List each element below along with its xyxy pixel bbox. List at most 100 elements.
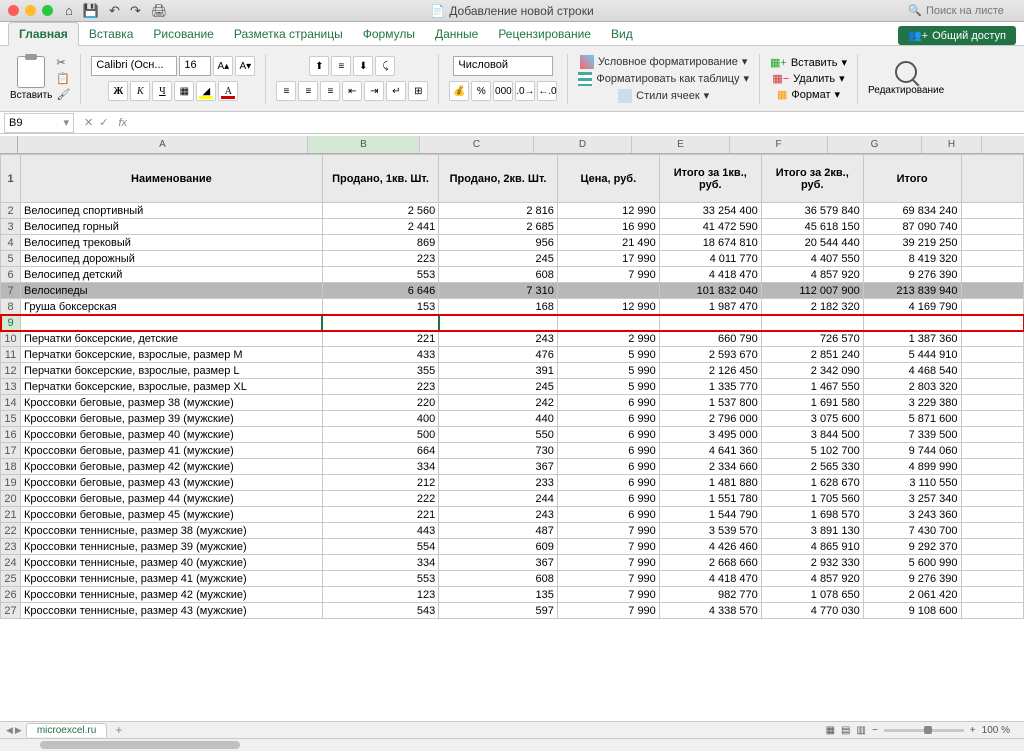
cell[interactable] <box>439 315 558 331</box>
col-header-A[interactable]: A <box>18 136 308 153</box>
copy-icon[interactable]: 📋 <box>56 72 70 85</box>
cell[interactable]: Кроссовки беговые, размер 45 (мужские) <box>21 507 323 523</box>
cell[interactable]: 7 990 <box>557 603 659 619</box>
row-header[interactable]: 8 <box>1 299 21 315</box>
indent-increase-icon[interactable]: ⇥ <box>364 81 384 101</box>
cell[interactable]: 2 803 320 <box>863 379 961 395</box>
cell[interactable]: 476 <box>439 347 558 363</box>
cell[interactable]: 245 <box>439 379 558 395</box>
cell[interactable]: 660 790 <box>659 331 761 347</box>
cell[interactable] <box>961 315 1024 331</box>
cell[interactable]: 400 <box>322 411 439 427</box>
cell[interactable]: 1 335 770 <box>659 379 761 395</box>
cell[interactable]: 982 770 <box>659 587 761 603</box>
row-header[interactable]: 14 <box>1 395 21 411</box>
cell[interactable]: 1 628 670 <box>761 475 863 491</box>
align-center-icon[interactable]: ≡ <box>298 81 318 101</box>
cell[interactable]: 135 <box>439 587 558 603</box>
cell[interactable]: 5 990 <box>557 347 659 363</box>
indent-decrease-icon[interactable]: ⇤ <box>342 81 362 101</box>
cell[interactable]: 7 430 700 <box>863 523 961 539</box>
cell[interactable]: 4 899 990 <box>863 459 961 475</box>
header-cell[interactable]: Продано, 2кв. Шт. <box>439 155 558 203</box>
header-cell[interactable]: Итого <box>863 155 961 203</box>
cell[interactable]: 36 579 840 <box>761 203 863 219</box>
cell[interactable]: 4 418 470 <box>659 267 761 283</box>
cell[interactable]: 101 832 040 <box>659 283 761 299</box>
cell[interactable]: 33 254 400 <box>659 203 761 219</box>
row-header[interactable]: 18 <box>1 459 21 475</box>
cell[interactable]: 213 839 940 <box>863 283 961 299</box>
row-header[interactable]: 5 <box>1 251 21 267</box>
cell[interactable]: 6 990 <box>557 475 659 491</box>
cell[interactable]: 87 090 740 <box>863 219 961 235</box>
cell[interactable]: 1 551 780 <box>659 491 761 507</box>
cell[interactable]: 553 <box>322 267 439 283</box>
cell[interactable]: 223 <box>322 251 439 267</box>
borders-button[interactable]: ▦ <box>174 81 194 101</box>
home-icon[interactable]: ⌂ <box>65 3 73 19</box>
row-header[interactable]: 10 <box>1 331 21 347</box>
cell[interactable] <box>961 523 1024 539</box>
cell[interactable]: 3 891 130 <box>761 523 863 539</box>
bold-button[interactable]: Ж <box>108 81 128 101</box>
minimize-icon[interactable] <box>25 5 36 16</box>
cell[interactable]: 4 865 910 <box>761 539 863 555</box>
cell[interactable]: Кроссовки беговые, размер 43 (мужские) <box>21 475 323 491</box>
sheet-nav[interactable]: ◀▶ <box>6 725 22 736</box>
tab-home[interactable]: Главная <box>8 22 79 46</box>
merge-icon[interactable]: ⊞ <box>408 81 428 101</box>
cell[interactable]: Кроссовки теннисные, размер 42 (мужские) <box>21 587 323 603</box>
cell[interactable]: 168 <box>439 299 558 315</box>
tab-review[interactable]: Рецензирование <box>488 23 601 45</box>
cell[interactable]: 1 544 790 <box>659 507 761 523</box>
row-header[interactable]: 6 <box>1 267 21 283</box>
cell[interactable]: Кроссовки теннисные, размер 38 (мужские) <box>21 523 323 539</box>
orientation-icon[interactable]: ⤹ <box>375 56 395 76</box>
cell[interactable]: 18 674 810 <box>659 235 761 251</box>
row-header[interactable]: 4 <box>1 235 21 251</box>
cell[interactable]: 244 <box>439 491 558 507</box>
row-header[interactable]: 3 <box>1 219 21 235</box>
header-cell[interactable]: Наименование <box>21 155 323 203</box>
col-header-B[interactable]: B <box>308 136 420 153</box>
align-bottom-icon[interactable]: ⬇ <box>353 56 373 76</box>
zoom-in-icon[interactable]: + <box>970 725 976 736</box>
row-header[interactable]: 27 <box>1 603 21 619</box>
cell[interactable]: Перчатки боксерские, взрослые, размер XL <box>21 379 323 395</box>
cell[interactable] <box>961 507 1024 523</box>
cell[interactable]: 726 570 <box>761 331 863 347</box>
cell[interactable]: Кроссовки беговые, размер 39 (мужские) <box>21 411 323 427</box>
header-cell[interactable]: Итого за 2кв., руб. <box>761 155 863 203</box>
cell[interactable]: Перчатки боксерские, взрослые, размер L <box>21 363 323 379</box>
font-name-select[interactable]: Calibri (Осн... <box>91 56 177 76</box>
comma-icon[interactable]: 000 <box>493 81 513 101</box>
zoom-slider[interactable] <box>884 729 964 732</box>
cell[interactable]: 4 857 920 <box>761 571 863 587</box>
underline-button[interactable]: Ч <box>152 81 172 101</box>
cell[interactable]: 2 851 240 <box>761 347 863 363</box>
cell[interactable]: Велосипед дорожный <box>21 251 323 267</box>
cell[interactable]: 41 472 590 <box>659 219 761 235</box>
cell[interactable]: 2 565 330 <box>761 459 863 475</box>
cell[interactable]: 334 <box>322 459 439 475</box>
cut-icon[interactable]: ✂ <box>56 56 70 69</box>
cell[interactable]: Велосипед трековый <box>21 235 323 251</box>
cell[interactable]: 3 110 550 <box>863 475 961 491</box>
cell[interactable]: 7 990 <box>557 587 659 603</box>
cell[interactable]: 2 441 <box>322 219 439 235</box>
cell[interactable]: 3 844 500 <box>761 427 863 443</box>
font-color-button[interactable]: A <box>218 81 238 101</box>
cell[interactable]: Перчатки боксерские, взрослые, размер M <box>21 347 323 363</box>
currency-icon[interactable]: 💰 <box>449 81 469 101</box>
cell[interactable]: 4 641 360 <box>659 443 761 459</box>
cell[interactable] <box>961 411 1024 427</box>
row-header[interactable]: 24 <box>1 555 21 571</box>
cell[interactable]: 6 990 <box>557 491 659 507</box>
decrease-decimal-icon[interactable]: ←.0 <box>537 81 557 101</box>
cell[interactable]: 6 990 <box>557 459 659 475</box>
cell[interactable]: 4 857 920 <box>761 267 863 283</box>
cell[interactable]: Велосипед детский <box>21 267 323 283</box>
cell[interactable]: Кроссовки беговые, размер 42 (мужские) <box>21 459 323 475</box>
header-cell[interactable]: Итого за 1кв., руб. <box>659 155 761 203</box>
